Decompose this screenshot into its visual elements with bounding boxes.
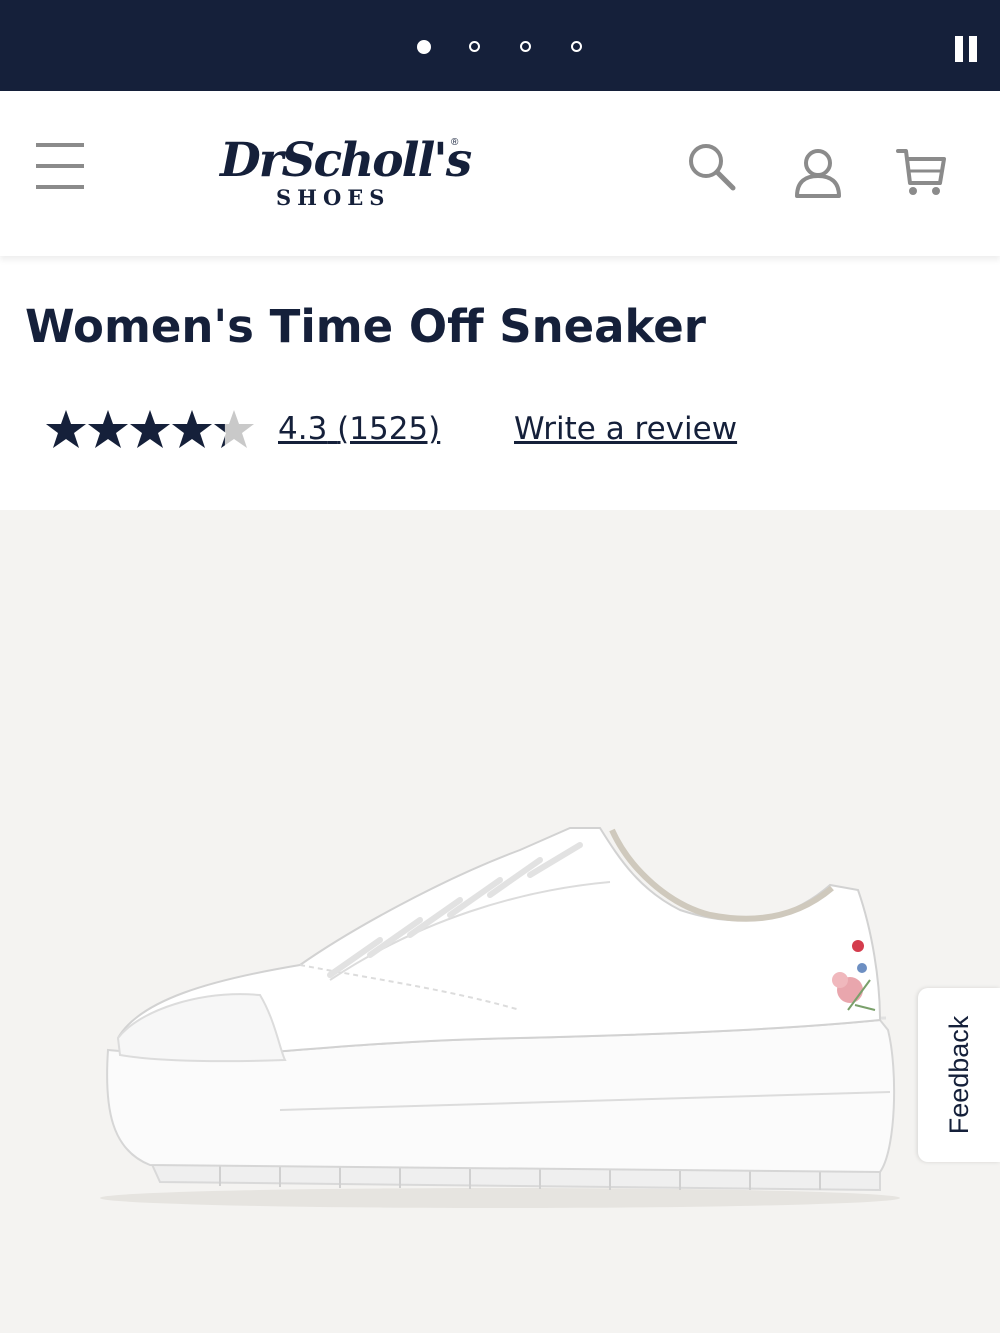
review-count: (1525) (337, 411, 441, 447)
carousel-dot-4[interactable] (571, 41, 582, 52)
rating-summary-link[interactable]: 4.3 (1525) (278, 410, 440, 448)
search-icon[interactable] (686, 141, 738, 193)
logo-wordmark: DrScholl's (220, 133, 472, 188)
carousel-dot-2[interactable] (469, 41, 480, 52)
logo-subtitle: SHOES (276, 185, 391, 210)
product-image (100, 827, 900, 1208)
feedback-label: Feedback (944, 1015, 974, 1135)
carousel-dot-3[interactable] (520, 41, 531, 52)
registered-mark: ® (451, 137, 459, 148)
feedback-tab[interactable]: Feedback (918, 988, 1000, 1162)
pause-icon[interactable] (955, 36, 983, 64)
cart-icon[interactable] (896, 147, 948, 199)
hamburger-menu-icon[interactable] (36, 143, 86, 191)
rating-stars (46, 410, 254, 448)
user-icon[interactable] (792, 147, 844, 199)
carousel-dot-1[interactable] (417, 40, 431, 54)
brand-logo[interactable]: DrScholl's ® SHOES (218, 133, 472, 215)
site-header: DrScholl's ® SHOES (0, 91, 1000, 256)
rating-stars-filled (46, 410, 225, 448)
product-image-gallery[interactable] (0, 510, 1000, 1333)
carousel-dots (0, 40, 1000, 57)
product-title: Women's Time Off Sneaker (25, 300, 706, 353)
rating-value: 4.3 (278, 411, 328, 447)
write-review-link[interactable]: Write a review (514, 410, 737, 448)
promo-banner (0, 0, 1000, 91)
